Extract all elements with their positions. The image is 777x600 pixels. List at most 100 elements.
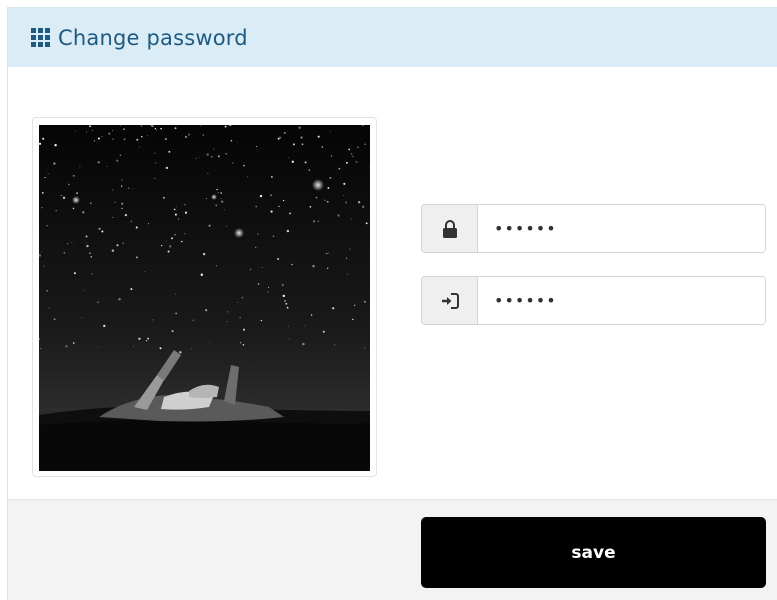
star bbox=[42, 137, 45, 140]
star bbox=[191, 348, 193, 350]
star bbox=[174, 213, 177, 216]
star bbox=[301, 143, 304, 146]
star bbox=[326, 200, 329, 203]
star bbox=[133, 345, 134, 347]
star bbox=[130, 288, 133, 291]
star bbox=[169, 245, 172, 248]
star bbox=[54, 144, 57, 147]
star bbox=[277, 137, 280, 140]
star bbox=[178, 218, 179, 220]
star bbox=[272, 235, 275, 238]
star bbox=[330, 155, 333, 157]
star bbox=[97, 161, 100, 164]
star bbox=[73, 272, 76, 275]
star bbox=[98, 227, 101, 230]
star bbox=[243, 164, 245, 167]
star bbox=[286, 229, 290, 233]
save-button[interactable]: save bbox=[421, 517, 766, 588]
star bbox=[337, 214, 340, 217]
star bbox=[226, 311, 229, 313]
star bbox=[151, 125, 152, 127]
star bbox=[362, 205, 365, 208]
star bbox=[174, 234, 176, 236]
star bbox=[171, 330, 174, 333]
star bbox=[127, 187, 130, 190]
star bbox=[121, 179, 123, 181]
star bbox=[281, 284, 284, 287]
star bbox=[324, 199, 326, 201]
star bbox=[135, 226, 138, 229]
star bbox=[329, 176, 332, 179]
star bbox=[242, 344, 245, 346]
star bbox=[155, 162, 157, 164]
star bbox=[247, 176, 249, 178]
star bbox=[286, 306, 289, 309]
star bbox=[60, 195, 62, 196]
star bbox=[216, 188, 218, 191]
current-password-input[interactable] bbox=[478, 205, 765, 252]
star bbox=[345, 201, 348, 204]
star bbox=[288, 338, 290, 340]
star bbox=[65, 345, 68, 348]
star bbox=[48, 307, 50, 309]
star bbox=[327, 252, 329, 254]
star bbox=[161, 244, 163, 247]
starry-night-photo bbox=[39, 125, 370, 471]
star bbox=[141, 136, 143, 138]
star bbox=[284, 300, 286, 302]
star bbox=[332, 307, 335, 310]
star bbox=[41, 251, 42, 253]
star bbox=[300, 136, 303, 139]
star bbox=[291, 263, 293, 266]
star bbox=[213, 148, 215, 150]
star bbox=[351, 153, 353, 155]
star bbox=[179, 351, 182, 354]
star bbox=[170, 237, 174, 240]
star bbox=[217, 155, 220, 158]
star bbox=[232, 162, 234, 164]
star bbox=[206, 198, 208, 200]
star bbox=[220, 198, 222, 199]
star bbox=[270, 210, 273, 213]
star bbox=[89, 252, 91, 255]
star bbox=[97, 346, 99, 348]
star bbox=[168, 150, 171, 153]
star bbox=[208, 224, 211, 227]
star bbox=[53, 318, 56, 321]
new-password-input[interactable] bbox=[478, 277, 765, 324]
star bbox=[327, 187, 330, 189]
star bbox=[198, 157, 200, 159]
star bbox=[71, 242, 73, 244]
star bbox=[123, 128, 125, 130]
star bbox=[68, 183, 70, 186]
star bbox=[53, 162, 56, 165]
star bbox=[267, 291, 269, 293]
star bbox=[217, 192, 219, 194]
star bbox=[349, 248, 351, 250]
star bbox=[121, 207, 123, 210]
star bbox=[120, 185, 123, 187]
star bbox=[355, 160, 356, 162]
star bbox=[357, 201, 361, 204]
star bbox=[327, 267, 329, 269]
star bbox=[184, 211, 188, 214]
star bbox=[261, 267, 263, 268]
star bbox=[41, 192, 44, 194]
star bbox=[76, 192, 78, 194]
star bbox=[121, 202, 124, 205]
star bbox=[334, 344, 336, 346]
star bbox=[93, 140, 95, 142]
star bbox=[90, 202, 92, 204]
star bbox=[165, 239, 167, 241]
star bbox=[119, 154, 122, 156]
star bbox=[147, 223, 149, 225]
star bbox=[85, 242, 87, 243]
star bbox=[315, 196, 318, 199]
star bbox=[224, 125, 227, 128]
star bbox=[167, 250, 170, 253]
star bbox=[287, 325, 289, 327]
star bbox=[46, 290, 48, 292]
star bbox=[154, 127, 157, 130]
star bbox=[44, 176, 46, 179]
star bbox=[119, 125, 121, 127]
